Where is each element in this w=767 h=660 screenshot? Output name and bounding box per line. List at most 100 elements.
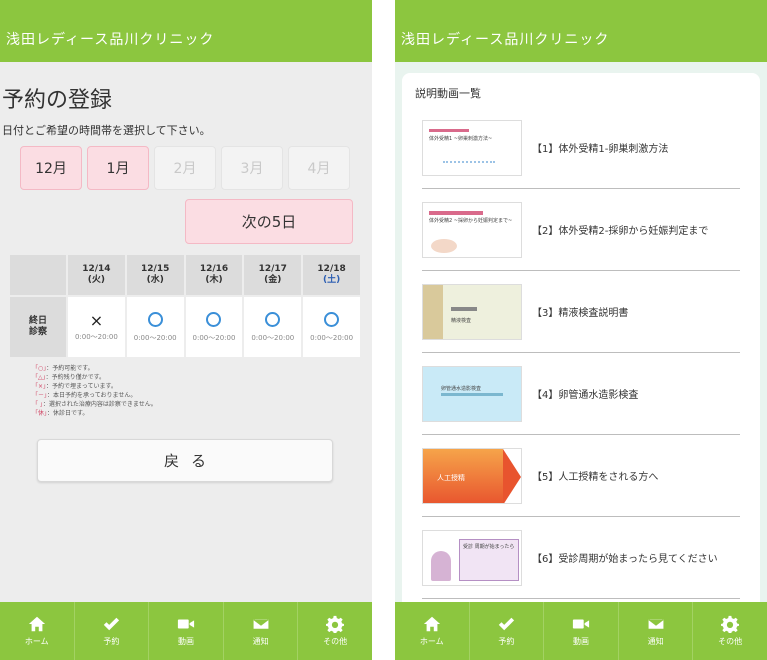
video-camera-icon (177, 619, 195, 629)
video-camera-icon (572, 619, 590, 629)
month-selector: 12月 1月 2月 3月 4月 (20, 146, 350, 190)
schedule-table: 12/14 (火) 12/15 (水) 12/16 (木) 12/17 (金) 12/1… (8, 253, 362, 359)
full-mark: × (89, 311, 104, 330)
legend-text: ：選択された治療内容は診察できません。 (42, 401, 157, 408)
legend-key: 「休」 (32, 410, 48, 417)
slot-cell-available[interactable]: 0:00～20:00 (242, 295, 304, 359)
date-header: 12/14 (火) (66, 253, 127, 297)
thumbnail-caption: 体外受精1 ~卵巣刺激方法~ (429, 135, 493, 142)
slot-cell-available[interactable]: 0:00～20:00 (124, 295, 186, 359)
video-title[interactable]: 【1】体外受精1-卵巣刺激方法 (532, 140, 668, 155)
back-button[interactable]: 戻る (37, 439, 333, 482)
date-header: 12/18 (土) (301, 253, 362, 297)
date: 12/15 (141, 264, 170, 274)
slot-time: 0:00～20:00 (74, 333, 118, 341)
video-title[interactable]: 【2】体外受精2-採卵から妊娠判定まで (532, 222, 708, 237)
video-thumbnail[interactable]: 体外受精2 ~採卵から妊娠判定まで~ (422, 201, 522, 258)
month-button-february: 2月 (154, 146, 216, 190)
tab-notice[interactable]: 通知 (619, 602, 694, 660)
legend-text: ：休診日です。 (47, 410, 89, 417)
legend-key: 「 」 (32, 401, 43, 408)
gear-icon (721, 615, 740, 633)
date: 12/14 (82, 264, 111, 274)
tab-label: 通知 (252, 637, 269, 646)
section-title: 説明動画一覧 (415, 87, 481, 100)
slot-cell-available[interactable]: 0:00～20:00 (183, 295, 245, 359)
tab-other[interactable]: その他 (298, 602, 372, 660)
slot-time: 0:00～20:00 (133, 333, 177, 342)
check-icon (104, 617, 120, 631)
slot-cell-available[interactable]: 0:00～20:00 (301, 295, 362, 359)
month-button-march: 3月 (221, 146, 283, 190)
tab-notice[interactable]: 通知 (224, 602, 299, 660)
video-list-item[interactable]: 体外受精2 ~採卵から妊娠判定まで~ 【2】体外受精2-採卵から妊娠判定まで (422, 189, 740, 271)
tab-label: 動画 (572, 637, 589, 646)
video-thumbnail[interactable]: 卵管通水造影検査 (422, 365, 522, 422)
date-header: 12/16 (木) (183, 253, 245, 297)
video-list-item[interactable]: 人工授精 【5】人工授精をされる方へ (422, 435, 740, 517)
video-title[interactable]: 【3】精液検査説明書 (532, 304, 628, 319)
legend-item: 「×」：予約で埋まっています。 (32, 382, 157, 391)
tab-video[interactable]: 動画 (149, 602, 224, 660)
tab-label: ホーム (24, 637, 49, 646)
video-title[interactable]: 【5】人工授精をされる方へ (532, 468, 658, 483)
video-title[interactable]: 【4】卵管通水造影検査 (532, 386, 638, 401)
video-thumbnail[interactable]: 体外受精1 ~卵巣刺激方法~ (422, 119, 522, 176)
thumbnail-caption: 体外受精2 ~採卵から妊娠判定まで~ (429, 217, 513, 224)
corner-cell (8, 253, 68, 297)
envelope-icon (646, 617, 665, 631)
legend-key: 「－」 (32, 392, 48, 399)
bottom-tab-bar: ホーム 予約 動画 通知 その他 (0, 602, 372, 660)
legend-item: 「－」：本日予約を承っておりません。 (32, 391, 157, 400)
video-list-panel: 説明動画一覧 体外受精1 ~卵巣刺激方法~ 【1】体外受精1-卵巣刺激方法 体外… (402, 73, 760, 613)
thumbnail-caption: 精液検査 (451, 317, 472, 324)
slot-cell-full: × 0:00～20:00 (66, 295, 127, 359)
video-thumbnail[interactable]: 人工授精 (422, 447, 522, 504)
bottom-tab-bar: ホーム 予約 動画 通知 その他 (395, 602, 767, 660)
weekday: (金) (264, 275, 282, 285)
tab-label: 動画 (177, 637, 194, 646)
slot-time: 0:00～20:00 (310, 333, 354, 342)
legend-key: 「○」 (32, 365, 47, 372)
slot-time: 0:00～20:00 (192, 333, 236, 342)
legend-item: 「○」：予約可能です。 (32, 364, 157, 373)
available-circle-icon[interactable] (147, 311, 163, 327)
video-thumbnail[interactable]: 精液検査 (422, 283, 522, 340)
video-list-item[interactable]: 体外受精1 ~卵巣刺激方法~ 【1】体外受精1-卵巣刺激方法 (422, 107, 740, 189)
available-circle-icon[interactable] (324, 311, 340, 327)
legend-text: ：予約で埋まっています。 (46, 383, 117, 390)
date: 12/16 (199, 264, 229, 274)
available-circle-icon[interactable] (206, 311, 222, 327)
tab-label: ホーム (419, 637, 444, 646)
legend-text: ：本日予約を承っておりません。 (47, 392, 137, 399)
tab-label: 予約 (103, 637, 120, 646)
tab-label: 予約 (498, 637, 515, 646)
month-button-january[interactable]: 1月 (87, 146, 149, 190)
tab-home[interactable]: ホーム (395, 602, 470, 660)
weekday: (火) (87, 275, 106, 285)
video-title[interactable]: 【6】受診周期が始まったら見てください (532, 550, 718, 565)
row-header-all-day: 終日 診察 (8, 295, 68, 359)
legend-item: 「△」：予約残り僅かです。 (32, 373, 157, 382)
row-header-line1: 終日 (28, 316, 47, 326)
tab-home[interactable]: ホーム (0, 602, 75, 660)
video-list-item[interactable]: 卵管通水造影検査 【4】卵管通水造影検査 (422, 353, 740, 435)
tab-other[interactable]: その他 (693, 602, 767, 660)
home-icon (28, 616, 45, 632)
tab-video[interactable]: 動画 (544, 602, 619, 660)
next-5-days-button[interactable]: 次の5日 (185, 199, 353, 244)
legend-key: 「△」 (32, 374, 46, 381)
video-thumbnail[interactable]: 受診 周期が始まったら (422, 529, 522, 586)
weekday: (水) (146, 275, 164, 285)
check-icon (499, 617, 515, 631)
month-button-december[interactable]: 12月 (20, 146, 82, 190)
video-list-item[interactable]: 受診 周期が始まったら 【6】受診周期が始まったら見てください (422, 517, 740, 599)
video-list-item[interactable]: 精液検査 【3】精液検査説明書 (422, 271, 740, 353)
tab-reserve[interactable]: 予約 (470, 602, 545, 660)
available-circle-icon[interactable] (265, 311, 281, 327)
home-icon (423, 616, 440, 632)
tab-label: 通知 (647, 637, 664, 646)
tab-reserve[interactable]: 予約 (75, 602, 150, 660)
weekday: (木) (205, 275, 223, 285)
month-button-april: 4月 (288, 146, 350, 190)
